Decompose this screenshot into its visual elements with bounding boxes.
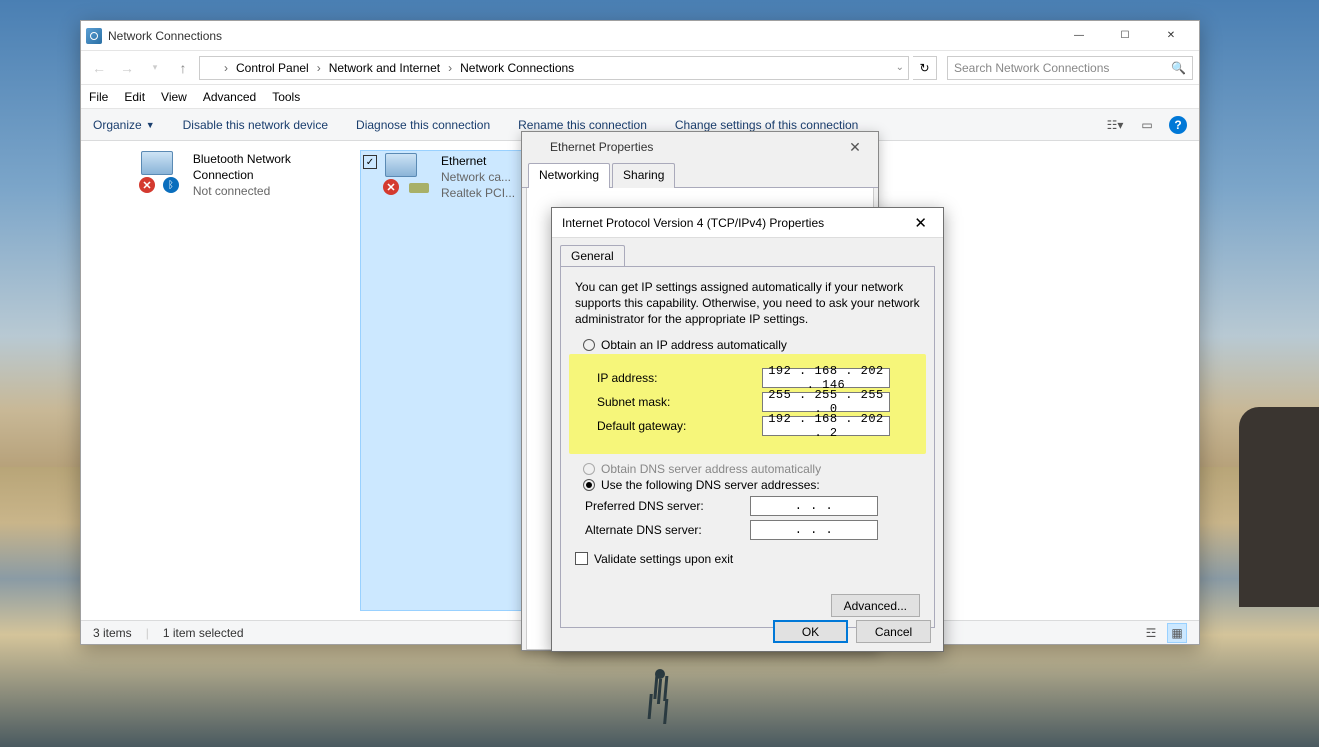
adapter-sub1: Network ca... (441, 169, 515, 185)
radio-obtain-ip[interactable] (583, 339, 595, 351)
adapter-icon: ✕ᛒ (141, 151, 185, 191)
tab-bar: General (552, 238, 943, 266)
ip-address-label: IP address: (597, 371, 762, 385)
address-dropdown[interactable]: ⌄ (896, 62, 904, 73)
search-placeholder: Search Network Connections (954, 61, 1109, 75)
dialog-title: Internet Protocol Version 4 (TCP/IPv4) P… (562, 216, 824, 230)
radio-label: Use the following DNS server addresses: (601, 478, 820, 492)
titlebar[interactable]: Network Connections — ☐ ✕ (81, 21, 1199, 51)
validate-label: Validate settings upon exit (594, 552, 733, 566)
adapter-checkbox[interactable]: ✓ (363, 155, 377, 169)
general-panel: You can get IP settings assigned automat… (560, 266, 935, 628)
large-icons-view-icon[interactable]: ▦ (1167, 623, 1187, 643)
network-icon (530, 140, 544, 154)
ip-address-input[interactable]: 192 . 168 . 202 . 146 (762, 368, 890, 388)
chevron-right-icon: › (446, 61, 454, 75)
adapter-icon: ✕ (385, 153, 433, 193)
radio-use-dns[interactable] (583, 479, 595, 491)
menu-edit[interactable]: Edit (124, 90, 145, 104)
ipv4-properties-dialog: Internet Protocol Version 4 (TCP/IPv4) P… (551, 207, 944, 652)
default-gateway-label: Default gateway: (597, 419, 762, 433)
address-bar[interactable]: › Control Panel › Network and Internet ›… (199, 56, 909, 80)
details-view-icon[interactable]: ☲ (1141, 623, 1161, 643)
back-button[interactable]: ← (87, 56, 111, 80)
adapter-status: Not connected (193, 183, 341, 199)
search-box[interactable]: Search Network Connections 🔍 (947, 56, 1193, 80)
default-gateway-input[interactable]: 192 . 168 . 202 . 2 (762, 416, 890, 436)
tab-sharing[interactable]: Sharing (612, 163, 675, 188)
chevron-right-icon: › (315, 61, 323, 75)
refresh-button[interactable]: ↻ (913, 56, 937, 80)
maximize-button[interactable]: ☐ (1102, 21, 1148, 51)
navigation-bar: ← → ▾ ↑ › Control Panel › Network and In… (81, 51, 1199, 85)
search-icon: 🔍 (1171, 61, 1186, 75)
breadcrumb-item[interactable]: Network Connections (456, 59, 578, 77)
preferred-dns-label: Preferred DNS server: (585, 499, 750, 513)
rename-button[interactable]: Rename this connection (518, 118, 647, 132)
tab-general[interactable]: General (560, 245, 625, 267)
menu-tools[interactable]: Tools (272, 90, 300, 104)
tab-networking[interactable]: Networking (528, 163, 610, 188)
breadcrumb-item[interactable]: Control Panel (232, 59, 313, 77)
menu-advanced[interactable]: Advanced (203, 90, 256, 104)
adapter-name: Bluetooth Network Connection (193, 151, 341, 183)
menu-view[interactable]: View (161, 90, 187, 104)
radio-label: Obtain an IP address automatically (601, 338, 787, 352)
preview-pane-icon[interactable]: ▭ (1137, 115, 1157, 135)
view-options-icon[interactable]: ☷▾ (1105, 115, 1125, 135)
alternate-dns-label: Alternate DNS server: (585, 523, 750, 537)
adapter-sub2: Realtek PCI... (441, 185, 515, 201)
cancel-button[interactable]: Cancel (856, 620, 931, 643)
dialog-title: Ethernet Properties (550, 140, 653, 154)
ok-button[interactable]: OK (773, 620, 848, 643)
window-title: Network Connections (108, 29, 222, 43)
tab-bar: Networking Sharing (522, 162, 878, 188)
dialog-titlebar[interactable]: Internet Protocol Version 4 (TCP/IPv4) P… (552, 208, 943, 238)
forward-button[interactable]: → (115, 56, 139, 80)
menu-bar: File Edit View Advanced Tools (81, 85, 1199, 109)
dialog-titlebar[interactable]: Ethernet Properties ✕ (522, 132, 878, 162)
adapter-bluetooth[interactable]: ✕ᛒ Bluetooth Network Connection Not conn… (141, 151, 341, 610)
advanced-button[interactable]: Advanced... (831, 594, 920, 617)
diagnose-button[interactable]: Diagnose this connection (356, 118, 490, 132)
validate-checkbox[interactable] (575, 552, 588, 565)
close-button[interactable]: ✕ (1148, 21, 1194, 51)
up-button[interactable]: ↑ (171, 56, 195, 80)
subnet-mask-input[interactable]: 255 . 255 . 255 . 0 (762, 392, 890, 412)
info-text: You can get IP settings assigned automat… (575, 279, 920, 328)
minimize-button[interactable]: — (1056, 21, 1102, 51)
disable-device-button[interactable]: Disable this network device (183, 118, 328, 132)
preferred-dns-input[interactable]: . . . (750, 496, 878, 516)
organize-button[interactable]: Organize ▼ (93, 118, 155, 132)
chevron-right-icon: › (222, 61, 230, 75)
radio-label: Obtain DNS server address automatically (601, 462, 821, 476)
chevron-down-icon: ▼ (146, 120, 155, 130)
recent-dropdown[interactable]: ▾ (143, 56, 167, 80)
selection-count: 1 item selected (163, 626, 244, 640)
alternate-dns-input[interactable]: . . . (750, 520, 878, 540)
menu-file[interactable]: File (89, 90, 108, 104)
radio-obtain-dns[interactable] (583, 463, 595, 475)
highlighted-ip-section: IP address: 192 . 168 . 202 . 146 Subnet… (569, 354, 926, 454)
breadcrumb-item[interactable]: Network and Internet (325, 59, 444, 77)
network-icon (86, 28, 102, 44)
adapter-ethernet[interactable]: ✓ ✕ Ethernet Network ca... Realtek PCI..… (361, 151, 531, 610)
adapter-name: Ethernet (441, 153, 515, 169)
close-button[interactable]: ✕ (908, 214, 933, 232)
change-settings-button[interactable]: Change settings of this connection (675, 118, 858, 132)
help-icon[interactable]: ? (1169, 116, 1187, 134)
item-count: 3 items (93, 626, 132, 640)
close-button[interactable]: ✕ (840, 139, 870, 156)
subnet-mask-label: Subnet mask: (597, 395, 762, 409)
